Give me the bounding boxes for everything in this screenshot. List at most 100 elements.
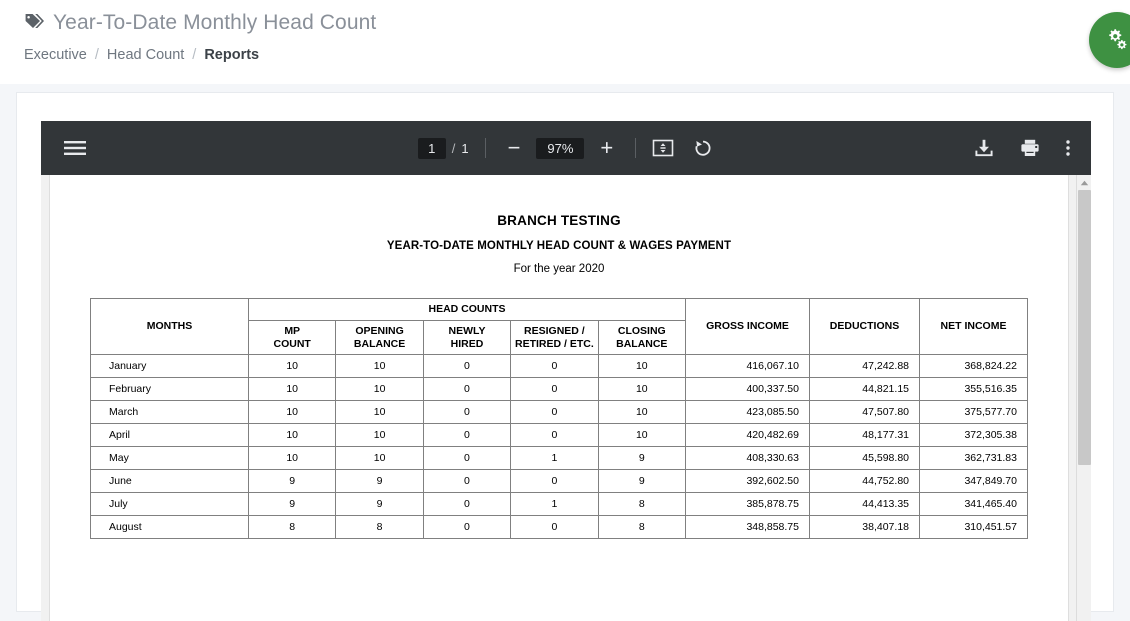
cell-gross-income: 423,085.50 <box>685 400 810 425</box>
cell-newly-hired: 0 <box>422 469 512 494</box>
pdf-viewer: 1 / 1 − 97% + BRANCH TESTING YEAR-TO-DAT… <box>41 121 1091 621</box>
cell-closing-balance: 9 <box>597 446 687 471</box>
table-row: March 10 10 0 0 10 423,085.50 47,507.80 375,577.… <box>90 400 1028 425</box>
cell-month: June <box>90 469 249 494</box>
cell-closing-balance: 10 <box>597 354 687 379</box>
toolbar-divider <box>484 138 486 158</box>
cell-opening-balance: 10 <box>335 423 424 448</box>
cell-gross-income: 385,878.75 <box>685 492 810 517</box>
column-header-line1: RESIGNED / <box>524 324 585 337</box>
cell-closing-balance: 8 <box>597 515 687 540</box>
head-count-report-table: MONTHS HEAD COUNTS GROSS INCOME DEDUCTIO… <box>90 297 1028 540</box>
table-row: April 10 10 0 0 10 420,482.69 48,177.31 372,305.… <box>90 423 1028 448</box>
table-row: May 10 10 0 1 9 408,330.63 45,598.80 362,731.83 <box>90 446 1028 471</box>
cell-deductions: 45,598.80 <box>809 446 920 471</box>
pdf-toolbar: 1 / 1 − 97% + <box>41 121 1091 175</box>
zoom-level-input[interactable]: 97% <box>536 137 585 159</box>
cell-closing-balance: 10 <box>597 400 687 425</box>
cell-month: January <box>90 354 249 379</box>
cell-month: February <box>90 377 249 402</box>
cell-deductions: 47,507.80 <box>809 400 920 425</box>
table-row: June 9 9 0 0 9 392,602.50 44,752.80 347,849.70 <box>90 469 1028 494</box>
chevron-up-icon[interactable] <box>1077 175 1091 190</box>
content-card: 1 / 1 − 97% + BRANCH TESTING YEAR-TO-DAT… <box>16 92 1114 621</box>
column-header-line2: BALANCE <box>616 337 668 350</box>
column-header-gross-income: GROSS INCOME <box>685 297 810 356</box>
breadcrumb: Executive / Head Count / Reports <box>24 47 1130 63</box>
cell-newly-hired: 0 <box>422 446 512 471</box>
download-icon[interactable] <box>973 138 995 158</box>
column-header-newly-hired: NEWLY HIRED <box>422 319 512 356</box>
cell-opening-balance: 10 <box>335 377 424 402</box>
cell-newly-hired: 0 <box>422 354 512 379</box>
cell-newly-hired: 0 <box>422 377 512 402</box>
cell-opening-balance: 8 <box>335 515 424 540</box>
cell-opening-balance: 10 <box>335 400 424 425</box>
cell-gross-income: 392,602.50 <box>685 469 810 494</box>
cell-deductions: 44,752.80 <box>809 469 920 494</box>
pdf-document-body: BRANCH TESTING YEAR-TO-DATE MONTHLY HEAD… <box>41 175 1091 621</box>
cell-month: July <box>90 492 249 517</box>
column-header-closing-balance: CLOSING BALANCE <box>597 319 687 356</box>
cell-mp-count: 9 <box>247 469 337 494</box>
more-options-icon[interactable] <box>1065 138 1071 158</box>
cell-mp-count: 9 <box>247 492 337 517</box>
scrollbar-thumb[interactable] <box>1078 190 1091 465</box>
breadcrumb-item-head-count[interactable]: Head Count <box>107 47 184 63</box>
page-number-input[interactable]: 1 <box>417 137 446 159</box>
cell-mp-count: 8 <box>247 515 337 540</box>
table-row: January 10 10 0 0 10 416,067.10 47,242.88 368,82… <box>90 354 1028 379</box>
breadcrumb-separator: / <box>192 47 197 63</box>
table-header: MONTHS HEAD COUNTS GROSS INCOME DEDUCTIO… <box>90 297 1028 356</box>
cell-opening-balance: 10 <box>335 354 424 379</box>
cell-resigned: 1 <box>510 492 599 517</box>
cell-closing-balance: 9 <box>597 469 687 494</box>
cell-opening-balance: 9 <box>335 469 424 494</box>
column-header-line1: NEWLY <box>448 324 486 337</box>
cell-gross-income: 420,482.69 <box>685 423 810 448</box>
page-separator: / <box>451 140 456 156</box>
cell-deductions: 47,242.88 <box>809 354 920 379</box>
cell-opening-balance: 9 <box>335 492 424 517</box>
cell-mp-count: 10 <box>247 400 337 425</box>
cell-resigned: 0 <box>510 377 599 402</box>
column-header-mp-count: MP COUNT <box>247 319 337 356</box>
cell-mp-count: 10 <box>247 377 337 402</box>
cell-newly-hired: 0 <box>422 423 512 448</box>
cell-net-income: 372,305.38 <box>919 423 1028 448</box>
zoom-out-button[interactable]: − <box>502 137 527 159</box>
cell-resigned: 0 <box>510 423 599 448</box>
print-icon[interactable] <box>1019 138 1041 158</box>
cell-deductions: 38,407.18 <box>809 515 920 540</box>
document-company-name: BRANCH TESTING <box>497 213 621 228</box>
cell-gross-income: 348,858.75 <box>685 515 810 540</box>
cell-closing-balance: 8 <box>597 492 687 517</box>
pdf-vertical-scrollbar[interactable] <box>1076 175 1091 621</box>
table-row: July 9 9 0 1 8 385,878.75 44,413.35 341,465.40 <box>90 492 1028 517</box>
table-row: February 10 10 0 0 10 400,337.50 44,821.15 355,5… <box>90 377 1028 402</box>
column-header-line1: MP <box>284 324 301 337</box>
rotate-counterclockwise-icon[interactable] <box>692 138 714 158</box>
breadcrumb-item-executive[interactable]: Executive <box>24 47 87 63</box>
cell-newly-hired: 0 <box>422 492 512 517</box>
table-body: January 10 10 0 0 10 416,067.10 47,242.88 368,82… <box>90 354 1028 540</box>
cell-month: May <box>90 446 249 471</box>
cell-deductions: 48,177.31 <box>809 423 920 448</box>
cell-newly-hired: 0 <box>422 515 512 540</box>
cell-net-income: 347,849.70 <box>919 469 1028 494</box>
cell-resigned: 0 <box>510 469 599 494</box>
cell-month: April <box>90 423 249 448</box>
cell-closing-balance: 10 <box>597 423 687 448</box>
column-header-line2: HIRED <box>450 337 484 350</box>
zoom-in-button[interactable]: + <box>594 137 619 159</box>
breadcrumb-item-reports: Reports <box>204 47 260 63</box>
column-header-line2: COUNT <box>273 337 311 350</box>
cell-gross-income: 408,330.63 <box>685 446 810 471</box>
cell-mp-count: 10 <box>247 354 337 379</box>
cell-net-income: 355,516.35 <box>919 377 1028 402</box>
cell-resigned: 0 <box>510 515 599 540</box>
document-year-line: For the year 2020 <box>513 263 605 275</box>
fit-to-page-icon[interactable] <box>652 138 674 158</box>
cell-deductions: 44,821.15 <box>809 377 920 402</box>
cell-net-income: 375,577.70 <box>919 400 1028 425</box>
